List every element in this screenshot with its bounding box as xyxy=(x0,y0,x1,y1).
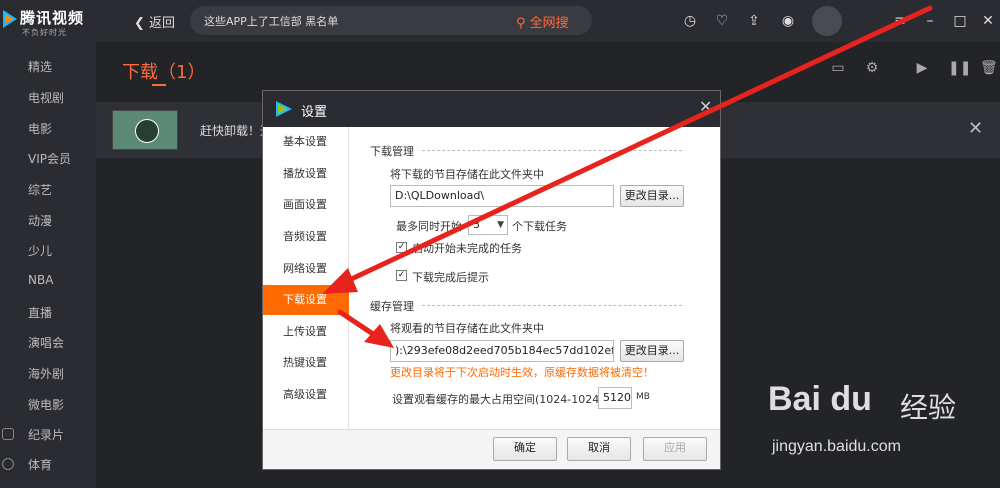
settings-nav: 基本设置 播放设置 画面设置 音频设置 网络设置 下载设置 上传设置 热键设置 … xyxy=(263,127,349,429)
auto-start-checkbox[interactable]: ✓ xyxy=(396,242,407,253)
download-section-title: 下载管理 xyxy=(370,145,414,158)
download-change-dir-button[interactable]: 更改目录... xyxy=(620,185,684,207)
maximize-icon[interactable]: □ xyxy=(952,13,968,29)
dialog-title: 设置 xyxy=(301,105,328,120)
sports-icon xyxy=(2,458,14,470)
dialog-close-icon[interactable]: ✕ xyxy=(699,97,712,116)
menu-icon[interactable]: ≡ xyxy=(892,13,908,29)
download-path-input[interactable]: D:\QLDownload\ xyxy=(390,185,614,207)
search-icon: ⚲ xyxy=(516,16,526,31)
sidebar-item-kids[interactable]: 少儿 xyxy=(28,242,52,259)
tencent-video-logo-icon xyxy=(3,10,17,28)
nav-advanced-settings[interactable]: 高级设置 xyxy=(263,380,349,410)
watermark-cn: 经验 xyxy=(900,391,957,424)
section-divider xyxy=(422,305,682,306)
cache-unit: MB xyxy=(636,392,650,402)
app-logo[interactable]: 腾讯视频 不负好时光 xyxy=(0,5,96,39)
download-path-label: 将下载的节目存储在此文件夹中 xyxy=(390,168,544,181)
cache-max-label: 设置观看缓存的最大占用空间(1024-10240) xyxy=(392,393,611,406)
cache-path-input[interactable]: ):\293efe08d2eed705b184ec57dd102efc\ xyxy=(390,340,614,362)
avatar[interactable] xyxy=(812,6,842,36)
nav-playback-settings[interactable]: 播放设置 xyxy=(263,159,349,189)
sidebar-item-variety[interactable]: 综艺 xyxy=(28,181,52,198)
cache-change-dir-button[interactable]: 更改目录... xyxy=(620,340,684,362)
cache-section-title: 缓存管理 xyxy=(370,300,414,313)
nav-basic-settings[interactable]: 基本设置 xyxy=(263,127,349,157)
minimize-icon[interactable]: – xyxy=(922,13,938,29)
dialog-footer: 确定 取消 应用 xyxy=(263,429,720,469)
watermark-url: jingyan.baidu.com xyxy=(772,438,901,455)
cache-max-input[interactable]: 5120 xyxy=(598,387,632,409)
vip-icon[interactable]: ◉ xyxy=(780,13,796,29)
nav-download-settings[interactable]: 下载设置 xyxy=(263,285,349,315)
logo-slogan: 不负好时光 xyxy=(22,28,67,37)
sidebar-item-overseas[interactable]: 海外剧 xyxy=(28,365,64,382)
settings-panel: 下载管理 将下载的节目存储在此文件夹中 D:\QLDownload\ 更改目录.… xyxy=(350,127,720,429)
max-downloads-prefix: 最多同时开始 xyxy=(396,220,462,233)
banner-close-icon[interactable]: ✕ xyxy=(968,118,983,139)
sidebar-item-live[interactable]: 直播 xyxy=(28,304,52,321)
max-downloads-value: 3 xyxy=(473,218,480,231)
top-bar: 腾讯视频 不负好时光 ❮ 返回 这些APP上了工信部 黑名单 ⚲ 全网搜 ◷ ♡… xyxy=(0,0,1000,42)
search-bar[interactable]: 这些APP上了工信部 黑名单 ⚲ 全网搜 xyxy=(190,6,592,35)
documentary-icon xyxy=(2,428,14,440)
search-button-label: 全网搜 xyxy=(529,16,569,31)
sidebar-item-tv[interactable]: 电视剧 xyxy=(28,89,64,106)
gear-icon[interactable]: ⚙ xyxy=(864,60,880,76)
chevron-down-icon: ▼ xyxy=(497,220,504,230)
baidu-jingyan-watermark: Bai du 经验 jingyan.baidu.com xyxy=(768,380,978,470)
folder-icon[interactable]: ▭ xyxy=(830,60,846,76)
sidebar-item-anime[interactable]: 动漫 xyxy=(28,212,52,229)
sidebar-item-sports[interactable]: 体育 xyxy=(28,456,52,473)
sidebar-item-movie[interactable]: 电影 xyxy=(28,120,52,137)
logo-text: 腾讯视频 xyxy=(20,9,85,27)
page-title: 下载（1） xyxy=(122,62,206,83)
sidebar: 精选 电视剧 电影 VIP会员 综艺 动漫 少儿 NBA 直播 演唱会 海外剧 … xyxy=(0,42,96,488)
sidebar-item-vip[interactable]: VIP会员 xyxy=(28,150,71,167)
watermark-logo: Bai du xyxy=(768,380,872,418)
pause-icon[interactable]: ❚❚ xyxy=(948,60,971,76)
nav-network-settings[interactable]: 网络设置 xyxy=(263,254,349,284)
sidebar-item-micro-film[interactable]: 微电影 xyxy=(28,396,64,413)
tencent-video-logo-icon xyxy=(276,101,292,117)
search-button[interactable]: ⚲ 全网搜 xyxy=(516,12,569,31)
nav-hotkey-settings[interactable]: 热键设置 xyxy=(263,348,349,378)
close-icon[interactable]: ✕ xyxy=(980,13,996,29)
back-button[interactable]: ❮ 返回 xyxy=(134,12,175,31)
search-input[interactable]: 这些APP上了工信部 黑名单 xyxy=(204,13,338,29)
cache-warning: 更改目录将于下次启动时生效，原缓存数据将被清空！ xyxy=(390,366,654,379)
trash-icon[interactable]: 🗑 xyxy=(980,60,998,76)
play-circle-icon xyxy=(135,119,159,143)
apply-button[interactable]: 应用 xyxy=(643,437,707,461)
sidebar-item-featured[interactable]: 精选 xyxy=(28,58,52,75)
title-underline xyxy=(152,84,166,86)
sidebar-item-nba[interactable]: NBA xyxy=(28,273,53,287)
play-icon[interactable]: ▶ xyxy=(914,60,930,76)
settings-dialog: 设置 ✕ 基本设置 播放设置 画面设置 音频设置 网络设置 下载设置 上传设置 … xyxy=(262,90,721,470)
section-divider xyxy=(422,150,682,151)
cancel-button[interactable]: 取消 xyxy=(567,437,631,461)
sidebar-item-documentary[interactable]: 纪录片 xyxy=(28,426,64,443)
auto-start-label: 启动开始未完成的任务 xyxy=(412,242,522,255)
chevron-left-icon: ❮ xyxy=(134,16,145,31)
nav-display-settings[interactable]: 画面设置 xyxy=(263,190,349,220)
notify-done-label: 下载完成后提示 xyxy=(412,271,489,284)
favorite-icon[interactable]: ♡ xyxy=(714,13,730,29)
dialog-header[interactable]: 设置 ✕ xyxy=(263,91,720,127)
max-downloads-suffix: 个下载任务 xyxy=(512,220,567,233)
notify-done-checkbox[interactable]: ✓ xyxy=(396,270,407,281)
nav-upload-settings[interactable]: 上传设置 xyxy=(263,317,349,347)
history-icon[interactable]: ◷ xyxy=(682,13,698,29)
upload-icon[interactable]: ⇪ xyxy=(746,13,762,29)
back-label: 返回 xyxy=(149,16,176,31)
cache-path-label: 将观看的节目存储在此文件夹中 xyxy=(390,322,544,335)
nav-audio-settings[interactable]: 音频设置 xyxy=(263,222,349,252)
sidebar-item-concert[interactable]: 演唱会 xyxy=(28,334,64,351)
ok-button[interactable]: 确定 xyxy=(493,437,557,461)
max-downloads-select[interactable]: 3 ▼ xyxy=(468,215,508,235)
video-thumbnail[interactable] xyxy=(112,110,178,150)
